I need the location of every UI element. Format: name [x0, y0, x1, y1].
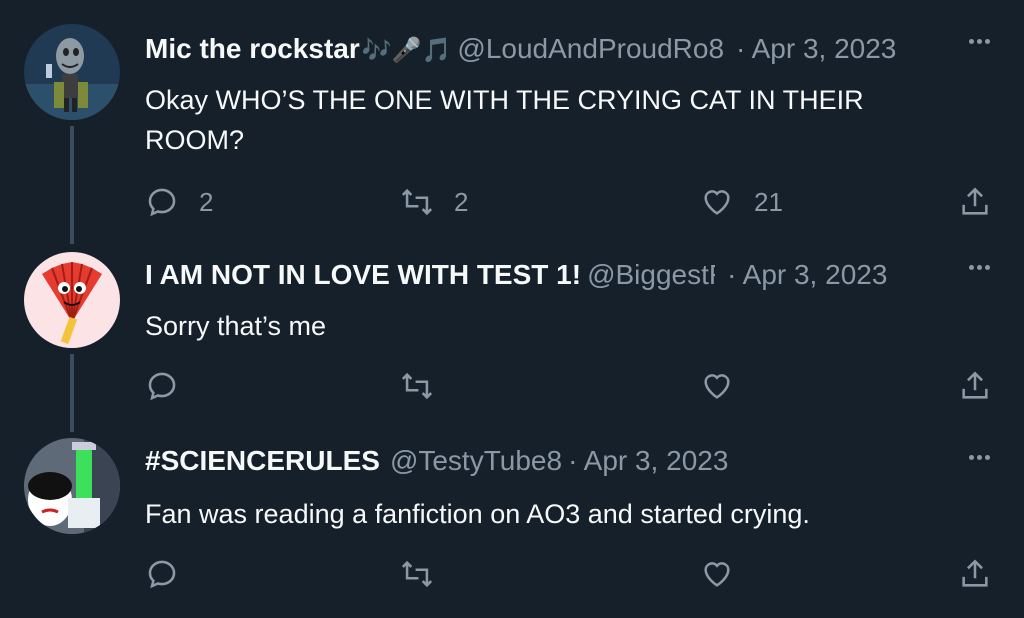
display-name[interactable]: #SCIENCERULES [145, 446, 380, 476]
reply-icon [148, 188, 176, 217]
reply-button[interactable]: 2 [145, 182, 213, 222]
reply-button[interactable] [145, 366, 199, 406]
retweet-button[interactable] [400, 366, 454, 406]
tweet-header: I AM NOT IN LOVE WITH TEST 1! @BiggestFa… [145, 260, 887, 290]
share-icon [962, 559, 988, 587]
tweet-text: Okay WHO’S THE ONE WITH THE CRYING CAT I… [145, 85, 864, 155]
reply-count: 2 [199, 186, 214, 217]
reply-icon [148, 372, 176, 401]
like-button[interactable] [700, 366, 754, 406]
share-icon [962, 187, 988, 215]
user-handle[interactable]: @BiggestFan [587, 260, 715, 290]
retweet-icon [401, 560, 433, 588]
user-handle[interactable]: @LoudAndProudRo8 [457, 34, 724, 64]
reply-button[interactable] [145, 554, 199, 594]
music-emoji-icon: 🎶🎤🎵 [361, 37, 452, 64]
display-name[interactable]: Mic the rockstar [145, 34, 360, 64]
tweet-date[interactable]: · Apr 3, 2023 [568, 446, 728, 476]
share-button[interactable] [958, 554, 992, 594]
retweet-count: 2 [454, 186, 469, 217]
tweet[interactable]: Mic the rockstar 🎶🎤🎵 @LoudAndProudRo8 · … [0, 0, 1024, 240]
tweet-text: Fan was reading a fanfiction on AO3 and … [145, 499, 810, 529]
tweet-text: Sorry that’s me [145, 311, 327, 341]
more-icon[interactable] [964, 442, 994, 472]
share-icon [962, 371, 988, 399]
like-button[interactable] [700, 554, 754, 594]
heart-icon [704, 562, 730, 587]
more-icon[interactable] [964, 252, 994, 282]
heart-icon [704, 374, 730, 399]
retweet-button[interactable]: 2 [400, 182, 468, 222]
avatar[interactable] [24, 252, 120, 348]
share-button[interactable] [958, 366, 992, 406]
more-icon[interactable] [964, 26, 994, 56]
user-handle[interactable]: @TestyTube8 [390, 446, 562, 476]
reply-icon [148, 560, 176, 589]
avatar[interactable] [24, 24, 120, 120]
tweet-date[interactable]: · Apr 3, 2023 [736, 34, 896, 64]
retweet-icon [401, 372, 433, 400]
tweet[interactable]: #SCIENCERULES @TestyTube8 · Apr 3, 2023 … [0, 430, 1024, 618]
like-button[interactable]: 21 [700, 182, 783, 222]
tweet-header: Mic the rockstar 🎶🎤🎵 @LoudAndProudRo8 · … [145, 34, 896, 65]
tweet-date[interactable]: · Apr 3, 2023 [727, 260, 887, 290]
heart-icon [704, 190, 730, 215]
tweet-header: #SCIENCERULES @TestyTube8 · Apr 3, 2023 [145, 446, 728, 476]
avatar[interactable] [24, 438, 120, 534]
tweet-actions [0, 554, 1024, 594]
retweet-button[interactable] [400, 554, 454, 594]
tweet-actions [0, 366, 1024, 406]
share-button[interactable] [958, 182, 992, 222]
tweet[interactable]: I AM NOT IN LOVE WITH TEST 1! @BiggestFa… [0, 240, 1024, 430]
like-count: 21 [754, 186, 783, 217]
display-name[interactable]: I AM NOT IN LOVE WITH TEST 1! [145, 260, 581, 290]
tweet-actions: 2 2 21 [0, 182, 1024, 222]
retweet-icon [401, 188, 433, 216]
